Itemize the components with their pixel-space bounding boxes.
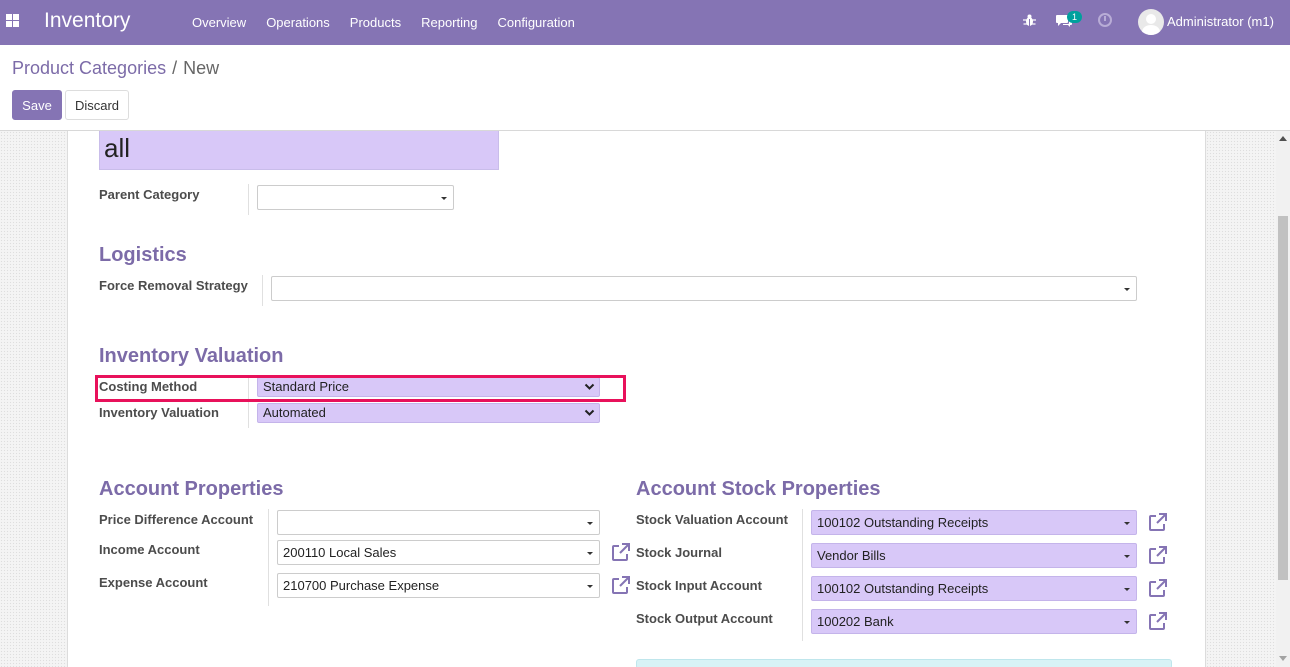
parent-category-select[interactable] [257, 185, 454, 210]
message-count-badge: 1 [1067, 11, 1083, 23]
menu-overview[interactable]: Overview [182, 15, 256, 30]
save-button[interactable]: Save [12, 90, 62, 120]
breadcrumb-parent[interactable]: Product Categories [12, 58, 166, 78]
category-name-input[interactable]: all [99, 131, 499, 170]
field-separator [268, 509, 269, 606]
user-menu[interactable]: Administrator (m1) [1167, 14, 1274, 29]
menu-operations[interactable]: Operations [256, 15, 340, 30]
bug-icon[interactable] [1023, 14, 1036, 27]
income-account-select[interactable]: 200110 Local Sales [277, 540, 600, 565]
breadcrumb-separator: / [172, 58, 178, 78]
stock-journal-select[interactable]: Vendor Bills [811, 543, 1137, 568]
discard-button[interactable]: Discard [65, 90, 129, 120]
force-removal-strategy-select[interactable] [271, 276, 1137, 301]
caret-down-icon [1124, 588, 1130, 591]
inventory-valuation-value: Automated [263, 405, 326, 420]
avatar[interactable] [1138, 9, 1164, 35]
external-link-icon[interactable] [1148, 612, 1167, 631]
expense-account-select[interactable]: 210700 Purchase Expense [277, 573, 600, 598]
stock-valuation-value: 100102 Outstanding Receipts [817, 515, 989, 530]
menu-configuration[interactable]: Configuration [487, 15, 584, 30]
info-alert-box [636, 659, 1172, 667]
caret-down-icon [1124, 621, 1130, 624]
inventory-valuation-title: Inventory Valuation [99, 345, 284, 367]
account-stock-properties-title: Account Stock Properties [636, 478, 881, 500]
external-link-icon[interactable] [611, 543, 630, 562]
force-removal-label: Force Removal Strategy [99, 278, 248, 293]
breadcrumb-current: New [183, 58, 220, 78]
parent-category-label: Parent Category [99, 187, 200, 202]
caret-down-icon [587, 552, 593, 555]
stock-journal-value: Vendor Bills [817, 548, 886, 563]
caret-down-icon [587, 585, 593, 588]
scroll-up-arrow-icon[interactable] [1279, 136, 1287, 141]
external-link-icon[interactable] [611, 576, 630, 595]
expense-account-label: Expense Account [99, 575, 208, 590]
stock-output-account-select[interactable]: 100202 Bank [811, 609, 1137, 634]
caret-down-icon [587, 522, 593, 525]
chevron-down-icon [584, 409, 595, 416]
main-menu: Overview Operations Products Reporting C… [182, 0, 585, 45]
field-separator [248, 184, 249, 215]
inventory-valuation-select[interactable]: Automated [257, 403, 600, 423]
income-account-label: Income Account [99, 542, 200, 557]
scroll-down-arrow-icon[interactable] [1279, 656, 1287, 661]
stock-valuation-account-select[interactable]: 100102 Outstanding Receipts [811, 510, 1137, 535]
stock-output-label: Stock Output Account [636, 611, 773, 626]
apps-grid-icon[interactable] [6, 14, 19, 27]
caret-down-icon [1124, 288, 1130, 291]
scrollbar-thumb[interactable] [1278, 216, 1288, 580]
stock-input-account-select[interactable]: 100102 Outstanding Receipts [811, 576, 1137, 601]
logistics-title: Logistics [99, 244, 187, 266]
menu-reporting[interactable]: Reporting [411, 15, 487, 30]
breadcrumb: Product Categories / New [12, 58, 219, 79]
price-difference-label: Price Difference Account [99, 512, 254, 527]
menu-products[interactable]: Products [340, 15, 411, 30]
stock-journal-label: Stock Journal [636, 545, 722, 560]
field-separator [262, 275, 263, 306]
income-account-value: 200110 Local Sales [283, 545, 397, 560]
app-name[interactable]: Inventory [44, 9, 130, 33]
external-link-icon[interactable] [1148, 513, 1167, 532]
caret-down-icon [1124, 522, 1130, 525]
caret-down-icon [441, 197, 447, 200]
field-separator [802, 509, 803, 641]
top-navbar: Inventory Overview Operations Products R… [0, 0, 1290, 45]
stock-input-label: Stock Input Account [636, 578, 762, 593]
external-link-icon[interactable] [1148, 579, 1167, 598]
inventory-valuation-label: Inventory Valuation [99, 405, 219, 420]
stock-valuation-label: Stock Valuation Account [636, 512, 788, 527]
costing-method-highlight [95, 375, 626, 402]
price-difference-account-select[interactable] [277, 510, 600, 535]
expense-account-value: 210700 Purchase Expense [283, 578, 440, 593]
stock-output-value: 100202 Bank [817, 614, 894, 629]
stock-input-value: 100102 Outstanding Receipts [817, 581, 989, 596]
clock-icon[interactable] [1098, 13, 1112, 27]
account-properties-title: Account Properties [99, 478, 284, 500]
external-link-icon[interactable] [1148, 546, 1167, 565]
caret-down-icon [1124, 555, 1130, 558]
